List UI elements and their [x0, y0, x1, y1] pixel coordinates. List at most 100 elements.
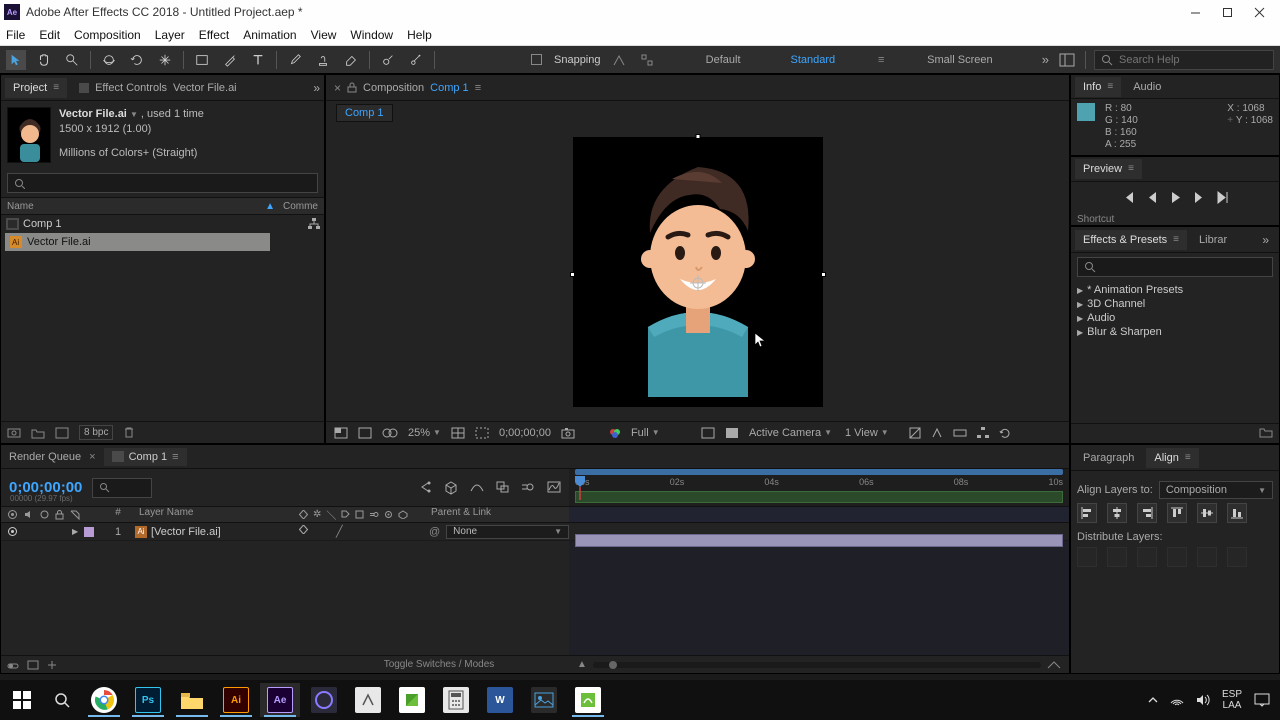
flowchart-icon[interactable]	[308, 218, 320, 230]
graph-editor-icon[interactable]	[547, 481, 561, 495]
workspace-reset-icon[interactable]	[1057, 50, 1077, 70]
first-frame-button[interactable]	[1122, 191, 1135, 204]
parent-dropdown[interactable]: None▼	[446, 525, 569, 539]
reset-exposure-icon[interactable]	[999, 427, 1011, 439]
taskbar-app-generic2[interactable]	[348, 683, 388, 717]
info-tab[interactable]: Info≡	[1075, 77, 1121, 97]
pixel-aspect-icon[interactable]	[909, 427, 921, 439]
align-vcenter-button[interactable]	[1197, 503, 1217, 523]
start-button[interactable]	[4, 684, 40, 716]
pan-behind-tool[interactable]	[155, 50, 175, 70]
fast-preview-icon[interactable]	[931, 427, 943, 439]
layer-duration-bar[interactable]	[575, 534, 1063, 547]
composition-canvas[interactable]	[573, 137, 823, 407]
panel-menu-icon[interactable]: ≡	[53, 82, 59, 93]
align-hcenter-button[interactable]	[1107, 503, 1127, 523]
minimize-button[interactable]	[1188, 5, 1202, 19]
taskbar-app-photos[interactable]	[524, 683, 564, 717]
layer-color-swatch[interactable]	[84, 527, 94, 537]
search-help-input[interactable]	[1119, 54, 1267, 66]
audio-tab[interactable]: Audio	[1125, 77, 1169, 97]
last-frame-button[interactable]	[1216, 191, 1229, 204]
zoom-slider-knob[interactable]	[609, 661, 617, 669]
taskbar-app-explorer[interactable]	[172, 683, 212, 717]
eraser-tool[interactable]	[341, 50, 361, 70]
paragraph-tab[interactable]: Paragraph	[1075, 448, 1142, 468]
toggle-switches-icon[interactable]	[7, 660, 19, 670]
panel-menu-icon[interactable]: ≡	[475, 82, 481, 94]
effects-presets-tab[interactable]: Effects & Presets≡	[1075, 230, 1187, 250]
preview-tab[interactable]: Preview≡	[1075, 159, 1142, 179]
column-name[interactable]: Name	[7, 201, 34, 212]
flowchart-btn-icon[interactable]	[977, 427, 989, 439]
maximize-button[interactable]	[1220, 5, 1234, 19]
timeline-search-field[interactable]	[92, 478, 152, 498]
layer-switch[interactable]: ╱	[336, 525, 343, 538]
taskbar-app-word[interactable]: W	[480, 683, 520, 717]
draft-3d-icon[interactable]	[444, 481, 458, 495]
composition-breadcrumb[interactable]: Comp 1	[336, 104, 393, 122]
expand-layer-icon[interactable]: ▶	[72, 527, 78, 536]
workspace-menu-icon[interactable]: ≡	[871, 50, 891, 70]
align-tab[interactable]: Align≡	[1146, 448, 1198, 468]
panel-menu-icon[interactable]: ≡	[1128, 163, 1134, 174]
taskbar-app-illustrator[interactable]: Ai	[216, 683, 256, 717]
effect-controls-tab[interactable]: Effect Controls Vector File.ai	[71, 78, 309, 98]
new-bin-icon[interactable]	[1259, 426, 1273, 441]
taskbar-app-calculator[interactable]	[436, 683, 476, 717]
new-folder-icon[interactable]	[31, 427, 45, 439]
timeline-zoom-slider[interactable]	[593, 662, 1041, 668]
render-queue-tab[interactable]: Render Queue	[9, 451, 81, 463]
time-ruler[interactable]: 00s 02s 04s 06s 08s 10s	[569, 469, 1069, 506]
shy-icon[interactable]	[470, 481, 484, 495]
taskbar-app-camtasia[interactable]	[392, 683, 432, 717]
effects-category[interactable]: ▶Blur & Sharpen	[1071, 325, 1279, 339]
interpret-footage-icon[interactable]	[7, 427, 21, 439]
selection-handle-left[interactable]	[570, 272, 575, 277]
align-left-button[interactable]	[1077, 503, 1097, 523]
solo-col-icon[interactable]	[40, 510, 49, 519]
menu-help[interactable]: Help	[407, 28, 432, 42]
panel-menu-icon[interactable]: ≡	[1173, 234, 1179, 245]
hand-tool[interactable]	[34, 50, 54, 70]
panel-overflow-icon[interactable]: »	[313, 81, 320, 95]
close-button[interactable]	[1252, 5, 1266, 19]
toggle-mask-icon[interactable]	[382, 427, 398, 439]
composition-viewer[interactable]	[326, 123, 1069, 421]
work-area[interactable]	[575, 491, 1063, 503]
audio-col-icon[interactable]	[24, 510, 34, 519]
prev-frame-button[interactable]	[1147, 191, 1158, 204]
toggle-alpha-icon[interactable]	[334, 427, 348, 439]
rectangle-tool[interactable]	[192, 50, 212, 70]
views-dropdown[interactable]: 1 View▼	[845, 427, 899, 439]
toggle-modes-icon[interactable]	[27, 660, 39, 670]
text-tool[interactable]	[248, 50, 268, 70]
puppet-tool[interactable]	[406, 50, 426, 70]
menu-file[interactable]: File	[6, 28, 25, 42]
viewer-timecode[interactable]: 0;00;00;00	[499, 427, 551, 439]
lock-col-icon[interactable]	[55, 510, 64, 520]
new-comp-icon[interactable]	[55, 427, 69, 439]
align-right-button[interactable]	[1137, 503, 1157, 523]
timeline-icon[interactable]	[953, 427, 967, 439]
workspace-default[interactable]: Default	[692, 52, 755, 68]
comp-mini-flowchart-icon[interactable]	[418, 481, 432, 495]
tray-overflow-icon[interactable]	[1148, 695, 1158, 705]
snapping-option-a-icon[interactable]	[609, 50, 629, 70]
grid-icon[interactable]	[725, 427, 739, 439]
menu-composition[interactable]: Composition	[74, 28, 141, 42]
project-row-ai[interactable]: Ai Vector File.ai	[5, 233, 270, 251]
bpc-indicator[interactable]: 8 bpc	[79, 425, 113, 440]
roi-icon[interactable]	[475, 427, 489, 439]
taskbar-app-chrome[interactable]	[84, 683, 124, 717]
workspace-smallscreen[interactable]: Small Screen	[913, 52, 1006, 68]
pickwhip-icon[interactable]: @	[429, 526, 440, 538]
snapping-checkbox[interactable]	[531, 54, 542, 65]
snapping-option-b-icon[interactable]	[637, 50, 657, 70]
panel-overflow-icon[interactable]: »	[1262, 233, 1275, 247]
channel-icon[interactable]	[609, 427, 621, 439]
project-tab[interactable]: Project ≡	[5, 78, 67, 98]
next-frame-button[interactable]	[1193, 191, 1204, 204]
taskbar-app-generic1[interactable]	[304, 683, 344, 717]
timeline-layer-row[interactable]: ▶ 1 Ai [Vector File.ai] ╱ @ None▼	[1, 523, 1069, 541]
